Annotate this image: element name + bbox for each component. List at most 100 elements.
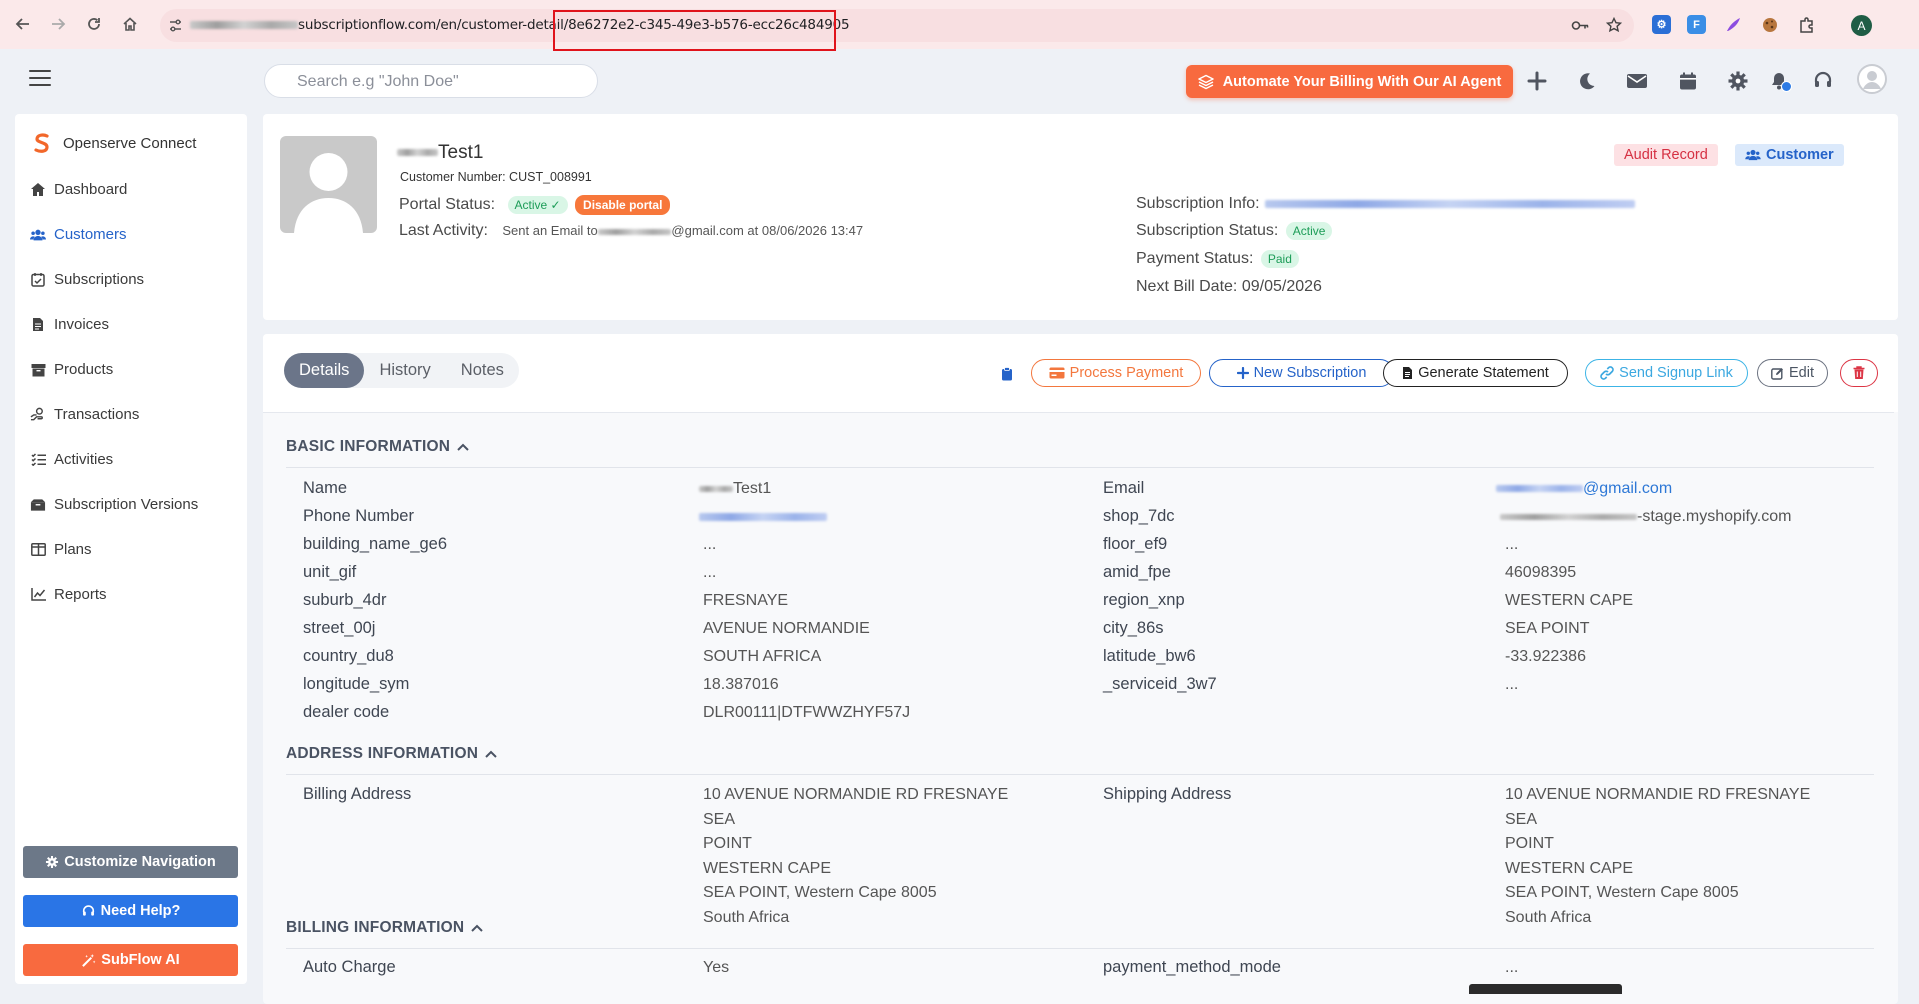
sidebar-item-products[interactable]: Products [30,347,240,392]
field-label-auto-charge: Auto Charge [303,958,396,976]
search-box[interactable] [264,64,598,98]
detail-tabs: Details History Notes [284,353,519,388]
name-value-text: Test1 [733,480,772,497]
plus-icon [1236,367,1249,379]
extension-gear-icon[interactable]: ⚙ [1652,15,1671,34]
audit-record-badge[interactable]: Audit Record [1614,144,1718,166]
customize-label: Customize Navigation [64,854,216,870]
field-value-city: SEA POINT [1505,620,1590,637]
field-value-dealer-code: DLR00111|DTFWWZHYF57J [703,704,911,721]
user-avatar[interactable] [1857,64,1887,94]
sidebar-item-dashboard[interactable]: Dashboard [30,167,240,212]
bookmark-star-icon[interactable] [1606,17,1622,33]
subscription-info-row: Subscription Info: [1136,195,1636,213]
customer-name-text: Test1 [438,142,484,163]
subflow-ai-button[interactable]: SubFlow AI [23,944,238,976]
dark-mode-moon-icon[interactable] [1574,68,1600,94]
customize-navigation-button[interactable]: Customize Navigation [23,846,238,878]
extensions-puzzle-icon[interactable] [1797,15,1816,34]
next-bill-label: Next Bill Date: [1136,278,1238,295]
settings-gear-icon[interactable] [1725,68,1751,94]
brand-name: Openserve Connect [63,134,197,152]
field-label-building-name: building_name_ge6 [303,535,448,553]
extension-cookie-icon[interactable] [1760,15,1779,34]
forward-button[interactable] [47,13,69,35]
field-label-phone: Phone Number [303,507,414,525]
reload-button[interactable] [83,13,105,35]
subscription-info-label: Subscription Info: [1136,195,1260,212]
process-payment-button[interactable]: Process Payment [1031,359,1201,387]
redacted-email-user [1496,485,1583,493]
redacted-subscription-info[interactable] [1265,199,1636,208]
brand[interactable]: Openserve Connect [31,132,196,154]
link-icon [1600,366,1614,380]
field-label-country: country_du8 [303,647,394,665]
ai-agent-promo-button[interactable]: Automate Your Billing With Our AI Agent [1186,65,1513,98]
layers-icon [1197,74,1214,89]
send-signup-link-button[interactable]: Send Signup Link [1585,359,1748,387]
payment-status-badge: Paid [1260,250,1299,268]
customer-details-card: Details History Notes Process Payment Ne… [263,334,1898,1004]
generate-statement-button[interactable]: Generate Statement [1383,359,1568,387]
sidebar-item-plans[interactable]: Plans [30,527,240,572]
back-button[interactable] [12,13,34,35]
tab-notes[interactable]: Notes [446,353,519,388]
extension-feather-icon[interactable] [1723,15,1742,34]
sidebar-item-reports[interactable]: Reports [30,572,240,617]
menu-toggle-icon[interactable] [29,70,51,86]
sidebar-item-activities[interactable]: Activities [30,437,240,482]
tab-history[interactable]: History [364,353,445,388]
gear-icon [46,855,59,869]
last-activity-row: Last Activity: Sent an Email to @gmail.c… [399,222,863,240]
sidebar-item-invoices[interactable]: Invoices [30,302,240,347]
sidebar-item-subscriptions[interactable]: Subscriptions [30,257,240,302]
chevron-up-icon [485,750,497,758]
edit-button[interactable]: Edit [1757,359,1828,387]
sidebar-item-label: Reports [54,586,107,603]
subflow-ai-label: SubFlow AI [101,952,180,968]
home-button[interactable] [119,13,141,35]
sidebar-item-label: Dashboard [54,181,128,198]
subscription-status-row: Subscription Status: Active [1136,222,1333,240]
site-info-icon[interactable] [168,18,183,33]
support-headset-icon[interactable] [1810,68,1836,94]
calendar-icon[interactable] [1675,68,1701,94]
clipboard-icon[interactable] [1001,367,1013,381]
redacted-shop-name [1500,513,1637,520]
field-value-unit: ... [703,564,717,581]
boxes-icon [30,498,46,512]
field-value-suburb: FRESNAYE [703,592,789,609]
sidebar-item-transactions[interactable]: Transactions [30,392,240,437]
address-bar[interactable]: subscriptionflow.com/en/customer-detail/… [160,9,1634,42]
field-value-serviceid: ... [1505,676,1519,693]
sidebar-item-customers[interactable]: Customers [30,212,240,257]
basic-information-toggle[interactable]: BASIC INFORMATION [286,438,469,456]
extension-f-icon[interactable]: F [1687,15,1706,34]
search-input[interactable] [295,72,589,92]
new-subscription-button[interactable]: New Subscription [1209,359,1394,387]
disable-portal-button[interactable]: Disable portal [575,195,671,215]
check-icon: ✓ [550,198,561,212]
billing-information-toggle[interactable]: BILLING INFORMATION [286,919,484,937]
chart-line-icon [30,588,46,601]
sidebar-item-subscription-versions[interactable]: Subscription Versions [30,482,240,527]
field-label-region: region_xnp [1103,591,1185,609]
mail-icon[interactable] [1624,68,1650,94]
brand-logo-icon [34,133,49,153]
sidebar-item-label: Plans [54,541,92,558]
need-help-button[interactable]: Need Help? [23,895,238,927]
browser-profile-avatar[interactable]: A [1851,15,1872,36]
tab-details[interactable]: Details [284,353,365,388]
field-value-building-name: ... [703,536,717,553]
delete-button[interactable] [1840,359,1878,387]
hand-coin-icon [30,407,46,422]
last-activity-label: Last Activity: [399,222,488,239]
shop-domain-text: -stage.myshopify.com [1637,508,1792,525]
field-value-phone[interactable] [699,508,827,526]
redacted-phone [699,512,827,521]
password-key-icon[interactable] [1571,18,1589,33]
add-icon[interactable] [1524,68,1550,94]
field-value-email[interactable]: @gmail.com [1496,480,1672,498]
address-information-toggle[interactable]: ADDRESS INFORMATION [286,745,497,763]
notification-bell-icon[interactable] [1766,68,1792,94]
